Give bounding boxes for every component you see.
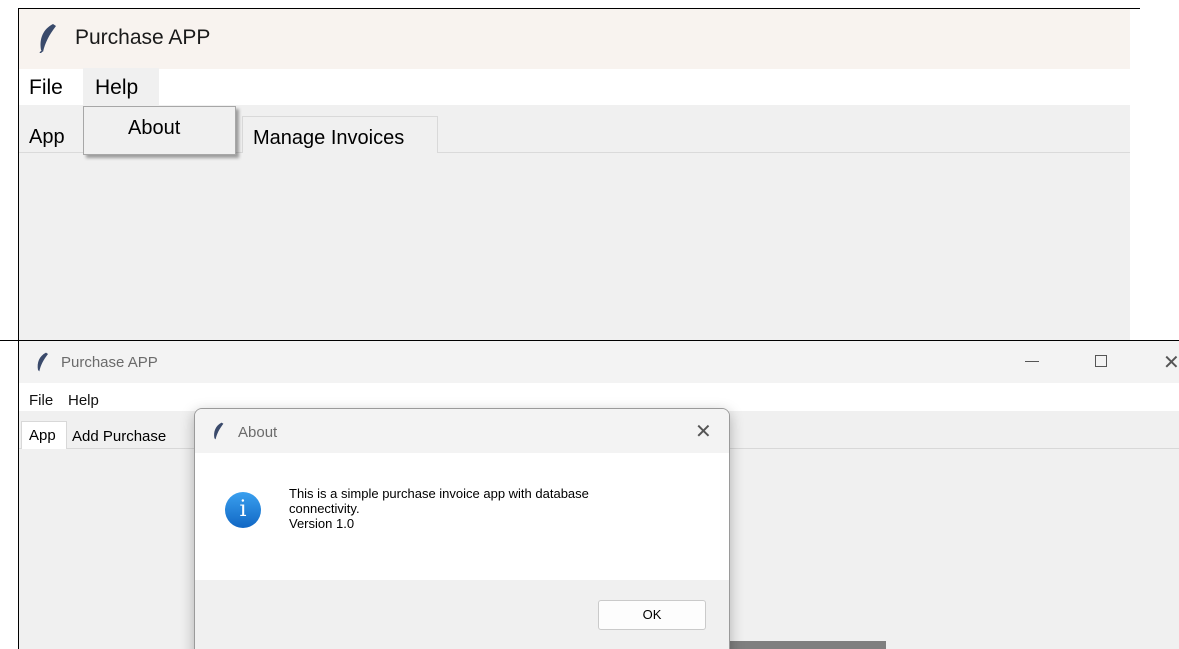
menu-file[interactable]: File <box>29 76 63 100</box>
dialog-title-bar: About ✕ <box>195 409 729 453</box>
tab-manage-invoices[interactable]: Manage Invoices <box>242 116 438 153</box>
title-bar: Purchase APP <box>19 9 1130 69</box>
feather-icon <box>39 24 56 53</box>
minimize-icon[interactable] <box>1025 361 1039 362</box>
ok-button[interactable]: OK <box>598 600 706 630</box>
tab-app[interactable]: App <box>19 117 89 153</box>
menu-file[interactable]: File <box>29 392 53 409</box>
window-title: Purchase APP <box>61 354 158 371</box>
about-dialog: About ✕ i This is a simple purchase invo… <box>194 408 730 649</box>
dialog-content: i This is a simple purchase invoice app … <box>195 453 729 580</box>
close-icon[interactable]: ✕ <box>1163 350 1179 375</box>
menu-help[interactable]: Help <box>83 68 159 105</box>
close-icon[interactable]: ✕ <box>695 419 712 444</box>
feather-icon <box>214 422 224 440</box>
screenshot-help-menu: Purchase APP File Help App Manage Invoic… <box>18 8 1130 340</box>
tab-add-purchase[interactable]: Add Purchase <box>69 423 166 445</box>
maximize-icon[interactable] <box>1095 355 1107 367</box>
title-bar: Purchase APP <box>19 341 1179 383</box>
dialog-title: About <box>238 424 278 441</box>
window-title: Purchase APP <box>75 26 211 49</box>
screenshot-about-dialog: Purchase APP ✕ File Help App Add Purchas… <box>18 341 1179 649</box>
menu-bar <box>19 69 1130 105</box>
message-line: This is a simple purchase invoice app wi… <box>289 486 589 501</box>
feather-icon <box>37 352 48 372</box>
menu-help[interactable]: Help <box>68 392 99 409</box>
menu-item-about[interactable]: About <box>83 106 236 155</box>
message-line: Version 1.0 <box>289 516 355 531</box>
menu-bar <box>19 383 1179 411</box>
tab-app[interactable]: App <box>21 421 67 449</box>
info-icon: i <box>225 492 261 528</box>
document-table: Purchase APP File Help App Manage Invoic… <box>0 0 1179 649</box>
message-line: connectivity. <box>289 501 360 516</box>
dialog-message: This is a simple purchase invoice app wi… <box>289 486 709 531</box>
